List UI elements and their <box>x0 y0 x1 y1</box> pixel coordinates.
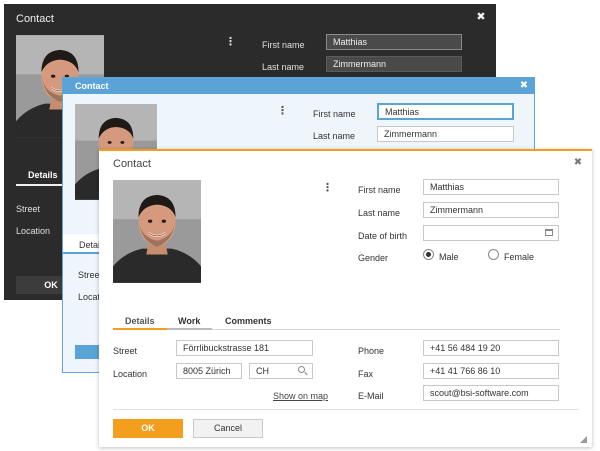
tab-details[interactable]: Details <box>125 316 155 326</box>
show-on-map-link[interactable]: Show on map <box>273 391 328 401</box>
cancel-button[interactable]: Cancel <box>193 419 263 438</box>
dialog-title: Contact <box>113 158 151 170</box>
phone-field[interactable]: +41 56 484 19 20 <box>423 340 559 356</box>
contact-dialog-main: Contact ✖ ⋮ First name Matthias Last nam… <box>99 149 592 447</box>
close-icon[interactable]: ✖ <box>518 80 530 91</box>
gender-female-label: Female <box>504 252 535 262</box>
street-label: Street <box>16 204 41 214</box>
radio-selected-dot <box>426 252 431 257</box>
last-name-label: Last name <box>358 208 401 218</box>
last-name-field[interactable]: Zimmermann <box>423 202 559 218</box>
street-field[interactable]: Förrlibuckstrasse 181 <box>176 340 313 356</box>
tab-details[interactable]: Details <box>28 170 58 180</box>
last-name-field[interactable]: Zimmermann <box>326 56 462 72</box>
location-label: Location <box>113 369 148 379</box>
last-name-label: Last name <box>262 62 305 72</box>
tab-details[interactable]: Detai <box>63 234 101 254</box>
ok-button[interactable]: OK <box>113 419 183 438</box>
kebab-menu-icon[interactable]: ⋮ <box>277 106 288 117</box>
gender-label: Gender <box>358 253 389 263</box>
first-name-field[interactable]: Matthias <box>326 34 462 50</box>
email-field[interactable]: scout@bsi-software.com <box>423 385 559 401</box>
tab-hover-indicator <box>167 328 212 330</box>
first-name-label: First name <box>262 40 305 50</box>
dialog-title: Contact <box>75 81 109 91</box>
footer-divider <box>113 409 578 410</box>
kebab-menu-icon[interactable]: ⋮ <box>322 183 333 194</box>
street-label: Stree <box>78 270 100 280</box>
last-name-field[interactable]: Zimmermann <box>377 126 514 142</box>
dob-label: Date of birth <box>358 231 408 241</box>
person-photo <box>113 179 201 284</box>
zip-city-field[interactable]: 8005 Zürich <box>176 363 242 379</box>
dialog-title: Contact <box>16 13 54 25</box>
location-label: Location <box>16 226 51 236</box>
close-icon[interactable]: ✖ <box>572 157 584 168</box>
kebab-menu-icon[interactable]: ⋮ <box>225 37 236 48</box>
dob-field[interactable] <box>423 225 559 241</box>
first-name-label: First name <box>313 109 356 119</box>
fax-field[interactable]: +41 41 766 86 10 <box>423 363 559 379</box>
gender-female-radio[interactable] <box>488 249 499 260</box>
tab-work[interactable]: Work <box>178 316 200 326</box>
gender-male-label: Male <box>439 252 459 262</box>
phone-label: Phone <box>358 346 385 356</box>
fax-label: Fax <box>358 369 374 379</box>
dialog-header <box>63 78 534 94</box>
last-name-label: Last name <box>313 131 356 141</box>
active-tab-indicator <box>16 184 64 186</box>
close-icon[interactable]: ✖ <box>474 10 488 23</box>
first-name-field[interactable]: Matthias <box>377 103 514 120</box>
tab-comments[interactable]: Comments <box>225 316 272 326</box>
gender-male-radio[interactable] <box>423 249 434 260</box>
street-label: Street <box>113 346 138 356</box>
resize-grip-icon[interactable] <box>580 436 587 443</box>
calendar-icon[interactable] <box>545 229 553 236</box>
first-name-label: First name <box>358 185 401 195</box>
email-label: E-Mail <box>358 391 384 401</box>
tab-details-label: Detai <box>79 240 101 250</box>
first-name-field[interactable]: Matthias <box>423 179 559 195</box>
active-tab-indicator <box>113 328 167 330</box>
